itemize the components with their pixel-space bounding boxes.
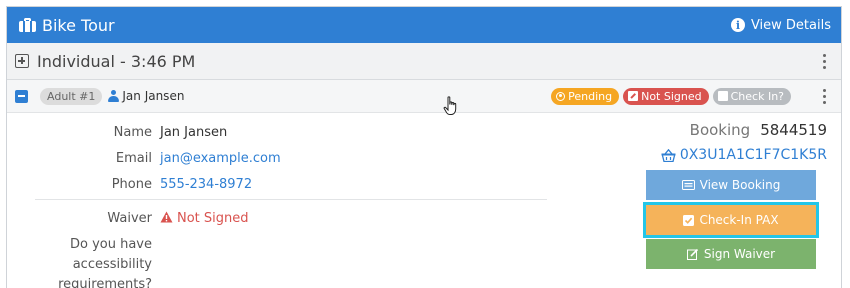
details-divider <box>35 199 547 200</box>
booking-label: Booking <box>689 121 751 139</box>
accessibility-question-line1: Do you have <box>69 237 152 252</box>
title-bar: Bike Tour i View Details <box>7 7 841 43</box>
check-in-pax-label: Check-In PAX <box>699 213 779 227</box>
not-signed-label: Not Signed <box>641 89 702 103</box>
view-booking-label: View Booking <box>699 178 781 192</box>
waiver-label: Waiver <box>107 211 152 226</box>
booking-line: Booking 5844519 <box>690 121 827 139</box>
phone-link[interactable]: 555-234-8972 <box>160 177 252 192</box>
group-label: Individual - 3:46 PM <box>37 51 196 71</box>
email-label: Email <box>115 151 152 166</box>
waiver-status: Not Signed <box>160 211 249 226</box>
accessibility-question-line2: accessibility <box>72 257 152 272</box>
hand-pointer-icon <box>443 96 457 115</box>
check-in-pax-button[interactable]: Check-In PAX <box>643 202 819 238</box>
waiver-value: Not Signed <box>177 211 249 226</box>
tour-title: Bike Tour <box>42 15 115 35</box>
name-label: Name <box>113 125 152 140</box>
id-card-icon <box>681 180 695 190</box>
not-signed-badge: Not Signed <box>623 87 709 105</box>
participant-menu-icon[interactable] <box>819 88 829 104</box>
check-in-toggle[interactable]: Check In? <box>712 87 791 105</box>
view-details-link[interactable]: i View Details <box>730 17 831 33</box>
basket-icon <box>661 148 676 162</box>
person-icon <box>108 90 120 102</box>
view-booking-button[interactable]: View Booking <box>646 170 816 200</box>
briefcase-icon <box>19 18 36 32</box>
check-in-label: Check In? <box>730 89 784 103</box>
check-square-icon <box>683 214 695 226</box>
pending-label: Pending <box>568 89 613 103</box>
sign-waiver-button[interactable]: Sign Waiver <box>646 239 816 269</box>
sign-waiver-label: Sign Waiver <box>703 247 776 261</box>
name-value: Jan Jansen <box>160 125 228 140</box>
adult-badge: Adult #1 <box>40 87 103 105</box>
checkbox-icon <box>717 91 728 101</box>
pending-badge: Pending <box>551 87 620 105</box>
info-icon: i <box>730 18 745 32</box>
booking-code-link[interactable]: 0X3U1A1C1F7C1K5R <box>661 147 827 163</box>
booking-number: 5844519 <box>760 121 827 139</box>
warning-icon <box>160 211 173 223</box>
edit-icon <box>628 91 639 101</box>
phone-label: Phone <box>111 177 152 192</box>
participant-name: Jan Jansen <box>122 89 185 103</box>
edit-icon <box>686 248 699 260</box>
booking-code: 0X3U1A1C1F7C1K5R <box>679 147 827 163</box>
participant-row: Adult #1 Jan Jansen Pending Not Signed C… <box>7 80 841 113</box>
accessibility-question-line3: requirements? <box>58 277 152 288</box>
view-details-label: View Details <box>750 17 831 33</box>
group-menu-icon[interactable] <box>819 53 829 69</box>
dot-circle-icon <box>556 91 566 101</box>
group-header: Individual - 3:46 PM <box>7 43 841 80</box>
collapse-icon[interactable] <box>15 89 28 103</box>
expand-icon[interactable] <box>15 54 29 68</box>
email-link[interactable]: jan@example.com <box>160 151 281 166</box>
